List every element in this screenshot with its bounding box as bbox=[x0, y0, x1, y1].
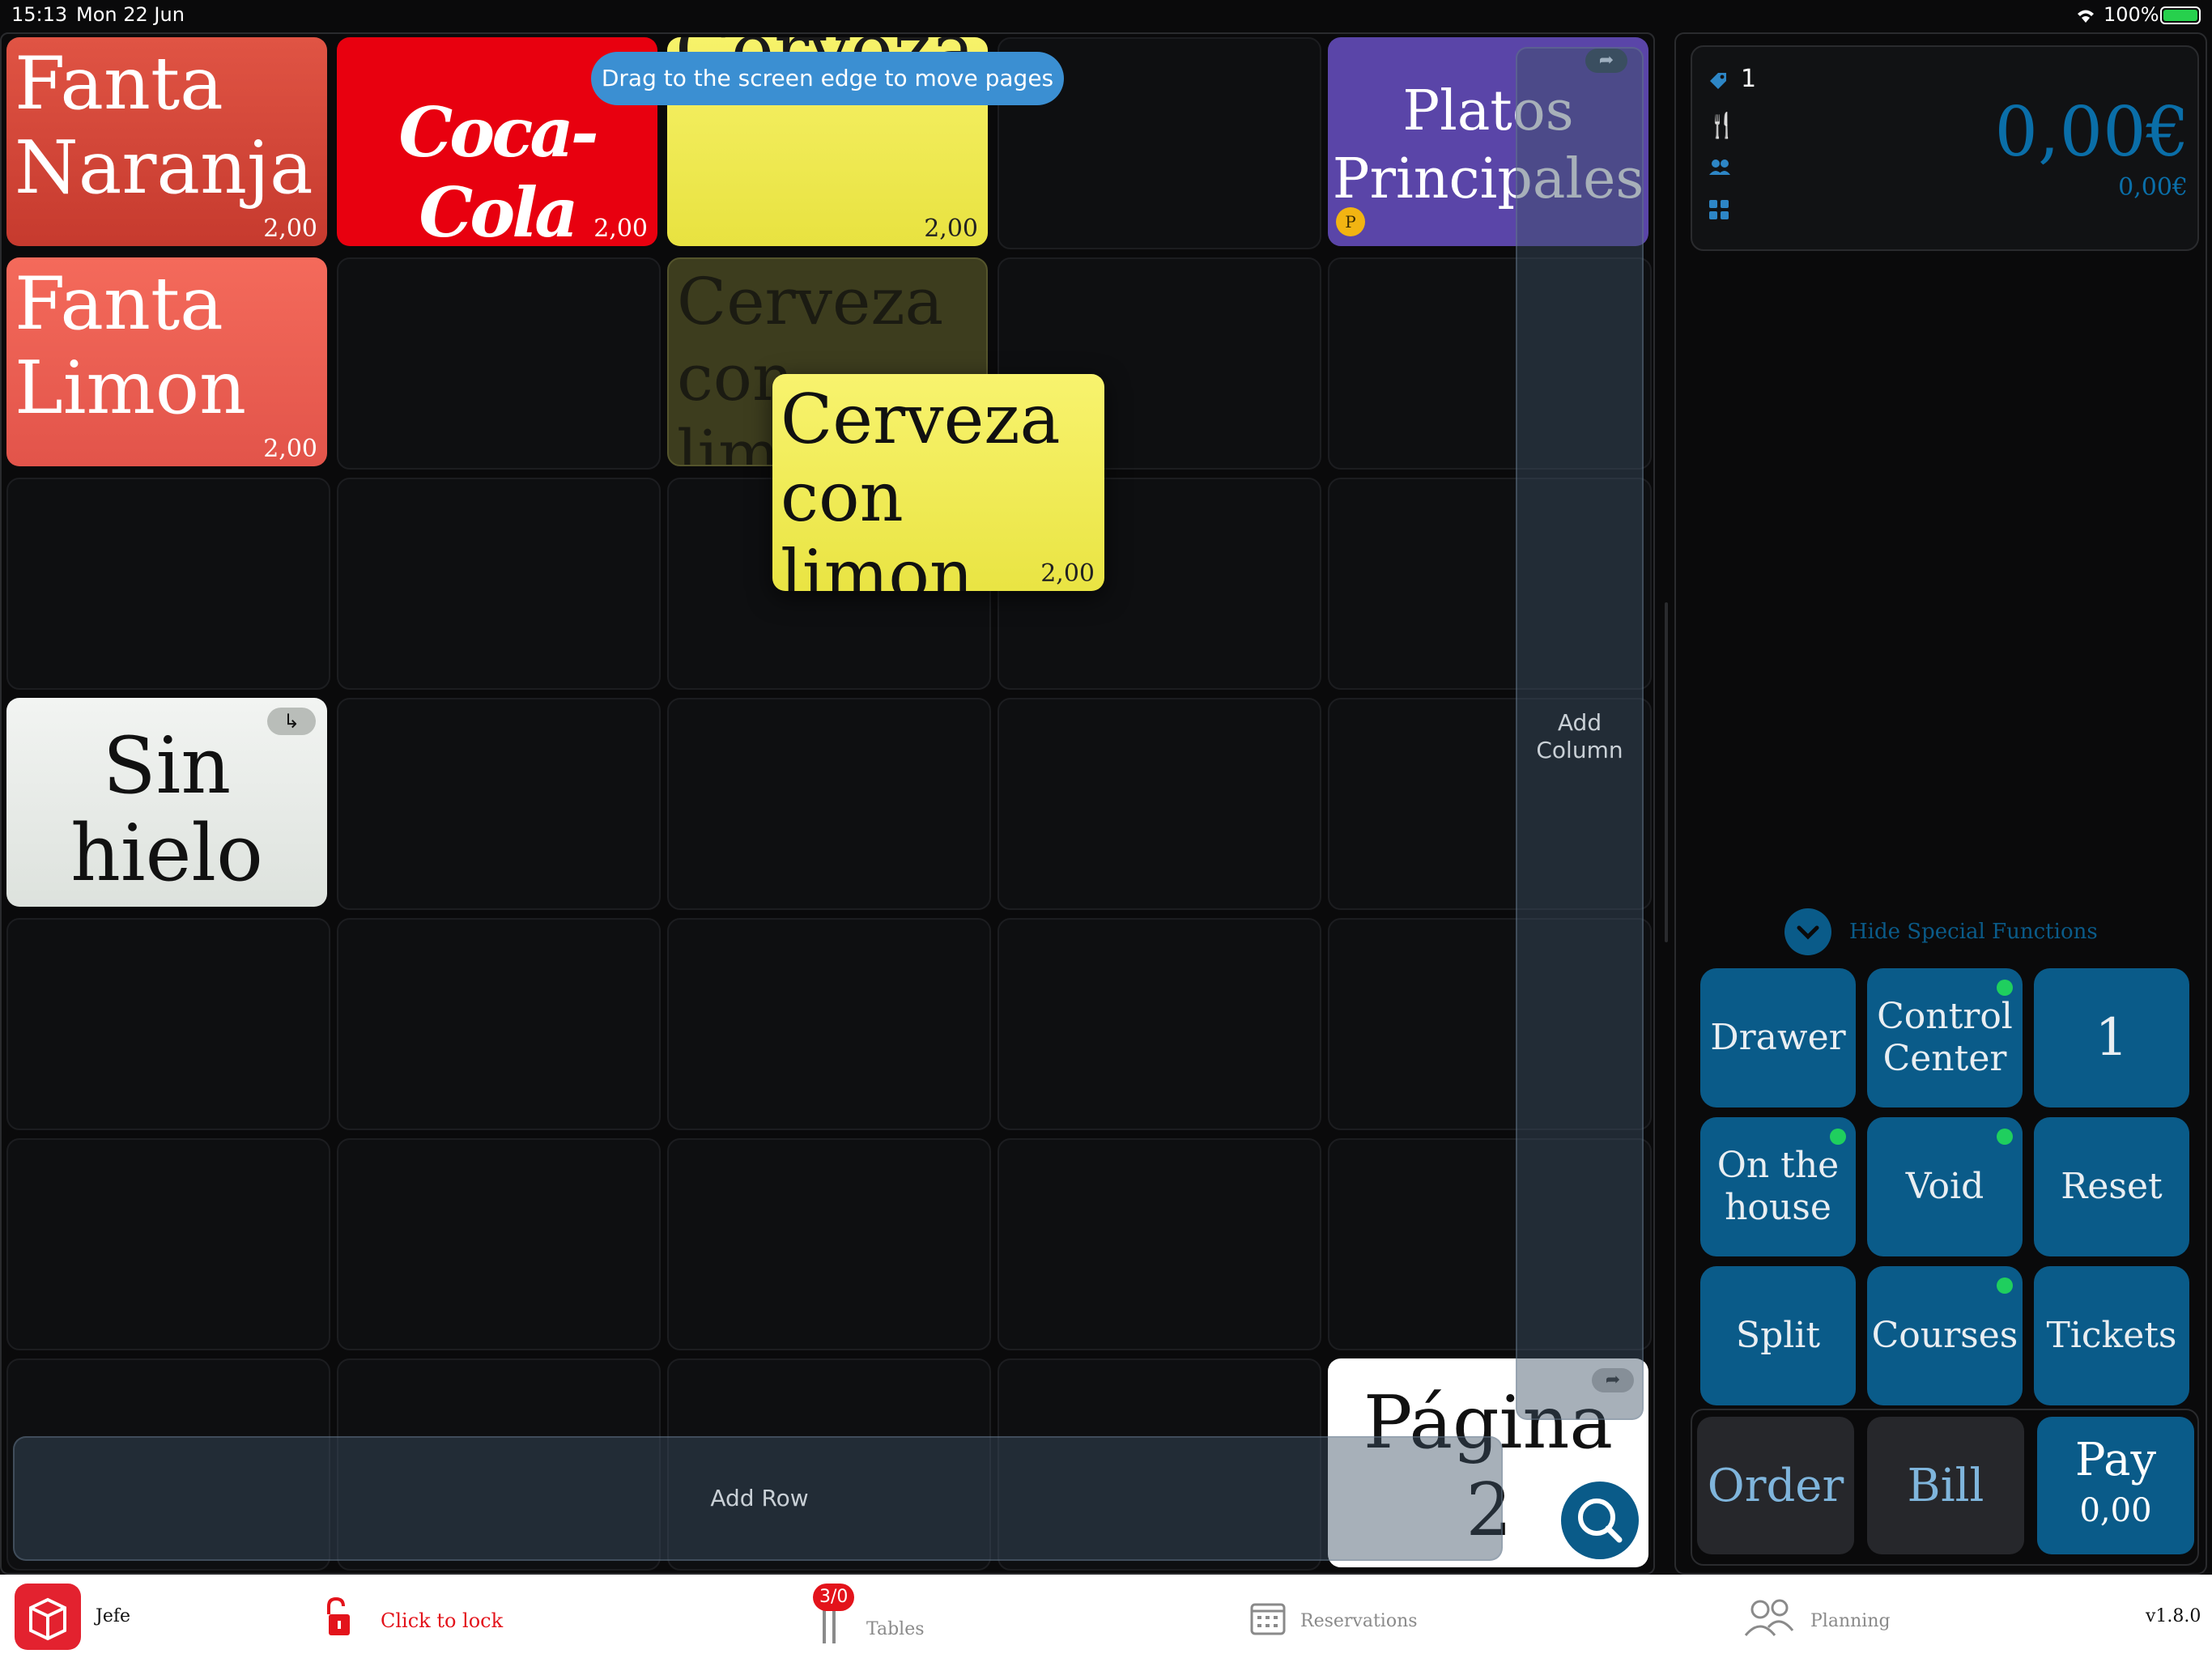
app-version: v1.8.0 bbox=[2146, 1606, 2201, 1626]
tab-tables[interactable]: 3/0 Tables bbox=[810, 1584, 972, 1648]
product-label-line2: Naranja bbox=[15, 125, 313, 210]
add-row-button[interactable]: Add Row bbox=[13, 1436, 1503, 1561]
numpad-quantity-button[interactable]: 1 bbox=[2034, 968, 2189, 1107]
pay-button[interactable]: Pay 0,00 bbox=[2037, 1417, 2194, 1554]
pay-label: Pay bbox=[2074, 1434, 2157, 1486]
status-time: 15:13 bbox=[11, 3, 68, 26]
order-summary: 1 🍴 0,00€ 0,00€ bbox=[1691, 45, 2199, 251]
order-total-large: 0,00€ bbox=[1994, 92, 2189, 172]
status-dot bbox=[1997, 1129, 2013, 1145]
page-link-icon: ➦ bbox=[1585, 49, 1627, 73]
tab-reservations[interactable]: Reservations bbox=[1247, 1595, 1441, 1643]
product-label-line2: Limon bbox=[15, 346, 247, 431]
pay-amount: 0,00 bbox=[2079, 1492, 2152, 1529]
product-label-line1: Cerveza bbox=[677, 264, 944, 339]
grid-cell-empty[interactable] bbox=[6, 918, 330, 1130]
status-dot bbox=[1830, 1129, 1846, 1145]
drawer-button[interactable]: Drawer bbox=[1700, 968, 1856, 1107]
product-label-line1: Fanta bbox=[15, 41, 223, 126]
search-icon bbox=[1578, 1499, 1623, 1543]
grid-cell-empty[interactable] bbox=[337, 478, 661, 690]
cutlery-icon: 🍴 bbox=[1707, 112, 1738, 140]
calendar-icon bbox=[1250, 1600, 1286, 1635]
product-label-line1: Fanta bbox=[15, 261, 223, 346]
status-date: Mon 22 Jun bbox=[76, 3, 185, 26]
order-button[interactable]: Order bbox=[1697, 1417, 1854, 1554]
product-fanta-limon[interactable]: Fanta Limon 2,00 bbox=[6, 257, 327, 466]
product-fanta-naranja[interactable]: Fanta Naranja 2,00 bbox=[6, 37, 327, 246]
reservations-label: Reservations bbox=[1300, 1611, 1418, 1631]
grid-cell-empty[interactable] bbox=[667, 1138, 991, 1350]
grid-cell-empty[interactable] bbox=[6, 1138, 330, 1350]
hide-special-functions-toggle[interactable]: Hide Special Functions bbox=[1784, 908, 2125, 957]
lock-button[interactable]: Click to lock bbox=[324, 1595, 510, 1643]
grid-cell-empty[interactable] bbox=[667, 918, 991, 1130]
tickets-button[interactable]: Tickets bbox=[2034, 1266, 2189, 1405]
tables-badge: 3/0 bbox=[813, 1584, 855, 1611]
tag-icon bbox=[1708, 71, 1728, 91]
bill-button[interactable]: Bill bbox=[1867, 1417, 2024, 1554]
reset-button[interactable]: Reset bbox=[2034, 1117, 2189, 1256]
app-logo bbox=[15, 1584, 81, 1650]
planning-label: Planning bbox=[1810, 1611, 1891, 1631]
chevron-down-icon bbox=[1784, 908, 1831, 955]
control-center-button[interactable]: Control Center bbox=[1867, 968, 2023, 1107]
status-dot bbox=[1997, 1278, 2013, 1294]
product-price: 2,00 bbox=[1040, 559, 1095, 588]
split-button[interactable]: Split bbox=[1700, 1266, 1856, 1405]
modifier-return-icon: ↳ bbox=[267, 708, 316, 735]
add-row-label: Add Row bbox=[710, 1485, 809, 1511]
modifier-label-line2: hielo bbox=[70, 808, 263, 899]
drag-hint-tooltip: Drag to the screen edge to move pages bbox=[591, 52, 1064, 105]
grid-cell-empty[interactable] bbox=[337, 257, 661, 470]
grid-cell-empty[interactable] bbox=[667, 698, 991, 910]
battery-icon bbox=[2160, 6, 2201, 24]
add-column-label: Add Column bbox=[1536, 709, 1623, 763]
product-price: 2,00 bbox=[593, 215, 648, 243]
search-button[interactable] bbox=[1561, 1482, 1639, 1559]
unlock-icon bbox=[324, 1596, 351, 1639]
wifi-icon bbox=[2073, 5, 2099, 24]
product-price: 2,00 bbox=[924, 215, 978, 243]
guests-icon bbox=[1708, 157, 1731, 176]
grid-cell-empty[interactable] bbox=[6, 478, 330, 690]
order-total-small: 0,00€ bbox=[2118, 173, 2188, 202]
panel-resize-handle[interactable] bbox=[1665, 602, 1668, 942]
grid-cell-empty[interactable] bbox=[998, 1138, 1321, 1350]
hide-special-functions-label: Hide Special Functions bbox=[1849, 920, 2098, 944]
user-name[interactable]: Jefe bbox=[96, 1606, 130, 1626]
add-column-button[interactable]: Add Column ➦ bbox=[1516, 47, 1644, 1420]
product-price: 2,00 bbox=[263, 215, 317, 243]
void-button[interactable]: Void bbox=[1867, 1117, 2023, 1256]
courses-button[interactable]: Courses bbox=[1867, 1266, 2023, 1405]
product-cerveza-con-limon-dragging[interactable]: Cerveza con limon 2,00 bbox=[772, 374, 1104, 591]
tables-label: Tables bbox=[866, 1619, 925, 1639]
grid-cell-empty[interactable] bbox=[337, 698, 661, 910]
grid-cell-empty[interactable] bbox=[337, 918, 661, 1130]
order-item-count: 1 bbox=[1741, 65, 1757, 93]
course-badge: P bbox=[1336, 207, 1365, 236]
grid-cell-empty[interactable] bbox=[998, 918, 1321, 1130]
on-the-house-button[interactable]: On the house bbox=[1700, 1117, 1856, 1256]
battery-percent: 100% bbox=[2104, 3, 2159, 26]
tab-planning[interactable]: Planning bbox=[1741, 1595, 1919, 1643]
modifier-sin-hielo[interactable]: Sin hielo ↳ bbox=[6, 698, 327, 907]
lock-label: Click to lock bbox=[381, 1609, 504, 1632]
product-price: 2,00 bbox=[263, 435, 317, 463]
product-label-line1: Cerveza bbox=[781, 380, 1061, 459]
status-dot bbox=[1997, 980, 2013, 996]
grid-icon bbox=[1708, 199, 1729, 220]
grid-cell-empty[interactable] bbox=[337, 1138, 661, 1350]
grid-cell-empty[interactable] bbox=[998, 698, 1321, 910]
modifier-label-line1: Sin bbox=[102, 721, 232, 811]
people-icon bbox=[1744, 1598, 1794, 1637]
